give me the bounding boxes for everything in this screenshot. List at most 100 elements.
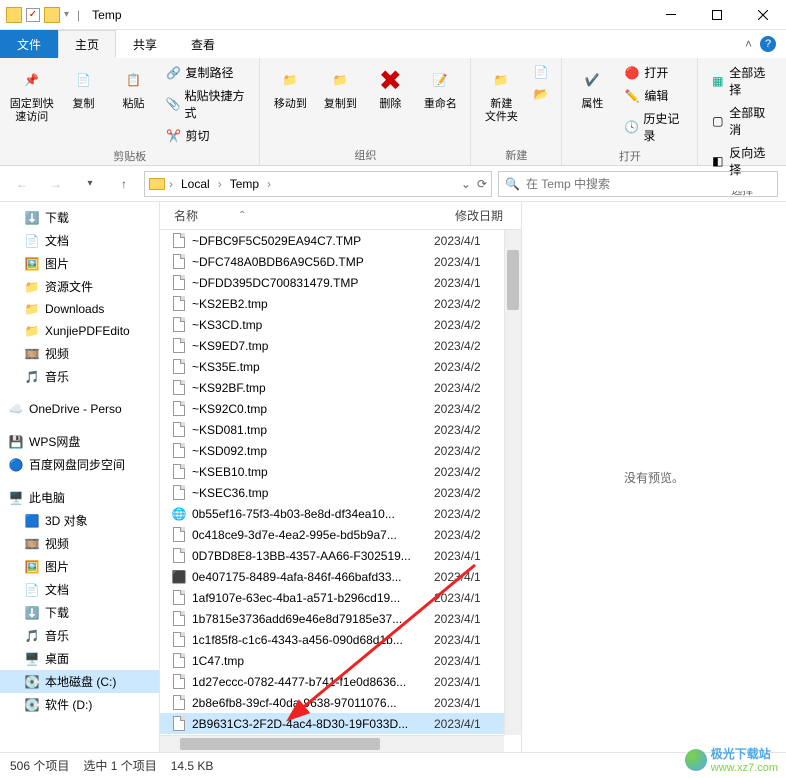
open-button[interactable]: 🔴打开 [620, 62, 689, 83]
tree-item[interactable]: 💽软件 (D:) [0, 693, 159, 716]
properties-button[interactable]: ✔️属性 [570, 62, 614, 113]
file-row[interactable]: ~KSEB10.tmp2023/4/2 [160, 461, 504, 482]
file-row[interactable]: 1b7815e3736add69e46e8d79185e37...2023/4/… [160, 608, 504, 629]
file-row[interactable]: 1af9107e-63ec-4ba1-a571-b296cd19...2023/… [160, 587, 504, 608]
file-row[interactable]: 0c418ce9-3d7e-4ea2-995e-bd5b9a7...2023/4… [160, 524, 504, 545]
close-button[interactable] [740, 0, 786, 30]
paste-button[interactable]: 📋 粘贴 [112, 62, 156, 113]
tab-home[interactable]: 主页 [58, 30, 116, 58]
tree-item[interactable]: 🖼️图片 [0, 252, 159, 275]
tree-item[interactable]: ☁️OneDrive - Perso [0, 398, 159, 420]
scroll-thumb[interactable] [180, 738, 380, 750]
file-row[interactable]: ~KSEC36.tmp2023/4/2 [160, 482, 504, 503]
file-row[interactable]: ~KS9ED7.tmp2023/4/2 [160, 335, 504, 356]
tree-item[interactable]: 📄文档 [0, 578, 159, 601]
file-row[interactable]: ~KS3CD.tmp2023/4/2 [160, 314, 504, 335]
select-none-button[interactable]: ▢全部取消 [706, 102, 778, 140]
copy-button[interactable]: 📄 复制 [62, 62, 106, 113]
file-row[interactable]: ~KS92BF.tmp2023/4/2 [160, 377, 504, 398]
refresh-icon[interactable]: ⟳ [477, 177, 487, 191]
tree-item[interactable]: ⬇️下载 [0, 601, 159, 624]
tree-item[interactable]: 💽本地磁盘 (C:) [0, 670, 159, 693]
maximize-button[interactable] [694, 0, 740, 30]
file-rows[interactable]: ~DFBC9F5C5029EA94C7.TMP2023/4/1~DFC748A0… [160, 230, 504, 735]
new-folder-button[interactable]: 📁新建 文件夹 [479, 62, 523, 126]
tree-item[interactable]: 📄文档 [0, 229, 159, 252]
file-row[interactable]: 1C47.tmp2023/4/1 [160, 650, 504, 671]
vertical-scrollbar[interactable] [504, 230, 521, 735]
file-row[interactable]: ~DFC748A0BDB6A9C56D.TMP2023/4/1 [160, 251, 504, 272]
cut-button[interactable]: ✂️剪切 [162, 125, 252, 146]
file-row[interactable]: ~DFDD395DC700831479.TMP2023/4/1 [160, 272, 504, 293]
tree-item[interactable]: ⬇️下载 [0, 206, 159, 229]
tab-share[interactable]: 共享 [116, 30, 174, 58]
file-row[interactable]: ~KSD081.tmp2023/4/2 [160, 419, 504, 440]
tree-item[interactable]: 🎵音乐 [0, 624, 159, 647]
copy-to-button[interactable]: 📁复制到 [318, 62, 362, 113]
breadcrumb-local[interactable]: Local [177, 177, 214, 191]
chevron-right-icon[interactable]: › [218, 177, 222, 191]
new-item-button[interactable]: 📄 [529, 62, 553, 82]
breadcrumb-temp[interactable]: Temp [226, 177, 263, 191]
file-row[interactable]: ~KS92C0.tmp2023/4/2 [160, 398, 504, 419]
file-row[interactable]: 0D7BD8E8-13BB-4357-AA66-F302519...2023/4… [160, 545, 504, 566]
tree-item[interactable]: 🖥️桌面 [0, 647, 159, 670]
file-row[interactable]: ~DFBC9F5C5029EA94C7.TMP2023/4/1 [160, 230, 504, 251]
title-dropdown-icon[interactable]: ▾ [64, 9, 69, 20]
collapse-ribbon-icon[interactable]: ˄ [745, 37, 752, 51]
navigation-tree[interactable]: ⬇️下载📄文档🖼️图片📁资源文件📁Downloads📁XunjiePDFEdit… [0, 202, 160, 752]
chevron-right-icon[interactable]: › [169, 177, 173, 191]
file-row[interactable]: 🌐0b55ef16-75f3-4b03-8e8d-df34ea10...2023… [160, 503, 504, 524]
column-header-name[interactable]: 名称 ⌃ [170, 207, 451, 224]
copy-path-button[interactable]: 🔗复制路径 [162, 62, 252, 83]
tree-item[interactable]: 💾WPS网盘 [0, 430, 159, 453]
select-all-button[interactable]: ▦全部选择 [706, 62, 778, 100]
tree-item[interactable]: 🟦3D 对象 [0, 509, 159, 532]
edit-button[interactable]: ✏️编辑 [620, 85, 689, 106]
tab-view[interactable]: 查看 [174, 30, 232, 58]
chevron-right-icon[interactable]: › [267, 177, 271, 191]
address-dropdown-icon[interactable]: ⌄ [461, 177, 471, 191]
file-row[interactable]: 1c1f85f8-c1c6-4343-a456-090d68d1b...2023… [160, 629, 504, 650]
tree-item[interactable]: 🎞️视频 [0, 532, 159, 555]
file-row[interactable]: ⬛0e407175-8489-4afa-846f-466bafd33...202… [160, 566, 504, 587]
search-input[interactable] [526, 177, 771, 191]
tree-item[interactable]: 📁资源文件 [0, 275, 159, 298]
up-button[interactable]: ↑ [110, 170, 138, 198]
tree-item[interactable]: 🎵音乐 [0, 365, 159, 388]
forward-button[interactable]: → [42, 170, 70, 198]
move-to-button[interactable]: 📁移动到 [268, 62, 312, 113]
file-row[interactable]: ~KSD092.tmp2023/4/2 [160, 440, 504, 461]
history-button[interactable]: 🕓历史记录 [620, 108, 689, 146]
file-row[interactable]: ~KS2EB2.tmp2023/4/2 [160, 293, 504, 314]
file-row[interactable]: 2b8e6fb8-39cf-40da-9638-97011076...2023/… [160, 692, 504, 713]
search-box[interactable]: 🔍 [498, 171, 778, 197]
recent-locations-button[interactable]: ▾ [76, 170, 104, 198]
quick-access-checkbox[interactable]: ✓ [26, 8, 40, 22]
tree-item[interactable]: 🎞️视频 [0, 342, 159, 365]
file-row[interactable]: 1d27eccc-0782-4477-b741-f1e0d8636...2023… [160, 671, 504, 692]
help-icon[interactable]: ? [760, 36, 776, 52]
tree-item[interactable]: 📁XunjiePDFEdito [0, 320, 159, 342]
horizontal-scrollbar[interactable] [160, 735, 504, 752]
pin-button[interactable]: 📌 固定到快 速访问 [8, 62, 56, 126]
file-row[interactable]: ~KS35E.tmp2023/4/2 [160, 356, 504, 377]
paste-shortcut-button[interactable]: 📎粘贴快捷方式 [162, 85, 252, 123]
back-button[interactable]: ← [8, 170, 36, 198]
address-box[interactable]: › Local › Temp › ⌄ ⟳ [144, 171, 492, 197]
tree-item[interactable]: 🔵百度网盘同步空间 [0, 453, 159, 476]
scroll-thumb[interactable] [507, 250, 519, 310]
tree-item[interactable]: 🖥️此电脑 [0, 486, 159, 509]
tree-item-label: 此电脑 [29, 489, 65, 506]
watermark-name: 极光下载站 [711, 745, 778, 762]
delete-button[interactable]: ✖删除 [368, 62, 412, 113]
column-header-date[interactable]: 修改日期 [451, 207, 521, 224]
easy-access-button[interactable]: 📂 [529, 84, 553, 104]
rename-button[interactable]: 📝重命名 [418, 62, 462, 113]
tree-item[interactable]: 🖼️图片 [0, 555, 159, 578]
wps-icon: 💾 [8, 434, 24, 450]
minimize-button[interactable] [648, 0, 694, 30]
tab-file[interactable]: 文件 [0, 30, 58, 58]
file-row[interactable]: 2B9631C3-2F2D-4ac4-8D30-19F033D...2023/4… [160, 713, 504, 734]
tree-item[interactable]: 📁Downloads [0, 298, 159, 320]
